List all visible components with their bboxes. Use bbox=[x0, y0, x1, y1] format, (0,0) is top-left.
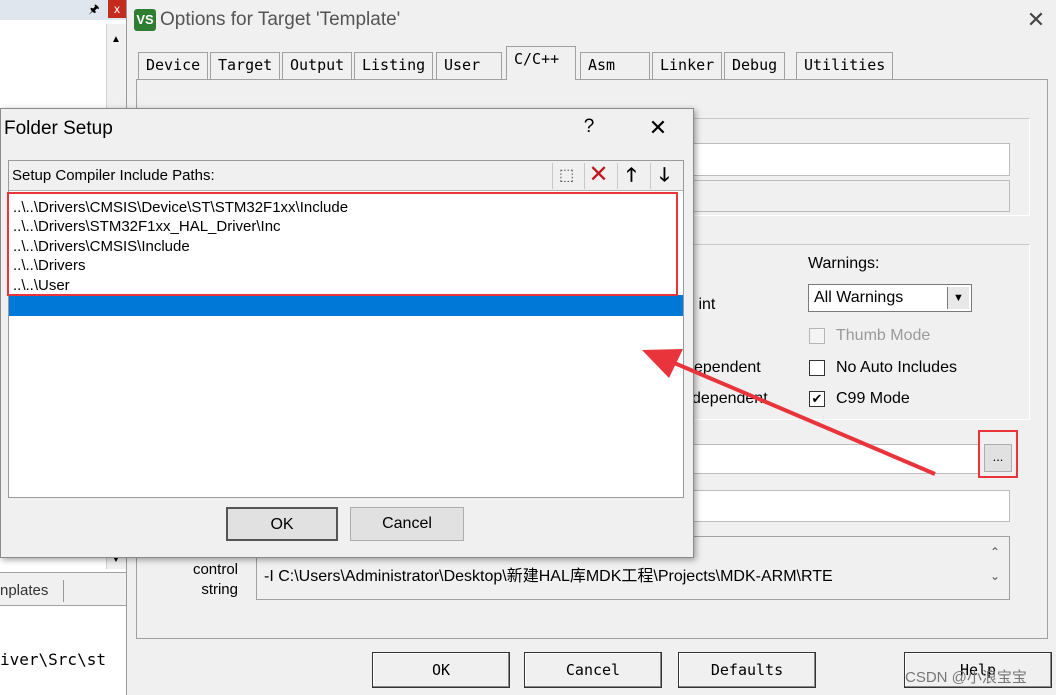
tab-linker[interactable]: Linker bbox=[652, 52, 723, 79]
ide-pane-close-icon[interactable]: x bbox=[108, 0, 126, 18]
folder-setup-close-icon[interactable]: ✕ bbox=[644, 114, 672, 142]
compiler-control-string-label: control string bbox=[180, 560, 238, 600]
control-string-line-2: -I C:\Users\Administrator\Desktop\新建HAL库… bbox=[264, 568, 833, 585]
folder-setup-title: Folder Setup bbox=[4, 118, 113, 139]
scroll-up-icon[interactable]: ▲ bbox=[106, 30, 126, 50]
include-paths-input[interactable] bbox=[680, 444, 980, 474]
selected-empty-list-item[interactable] bbox=[9, 295, 683, 316]
tab-utilities[interactable]: Utilities bbox=[796, 52, 894, 79]
move-down-icon[interactable]: 🡓 bbox=[650, 163, 678, 189]
read-write-pos-independent-partial: dependent bbox=[692, 390, 768, 407]
c99-mode-checkbox[interactable]: ✔ bbox=[809, 391, 825, 407]
folder-cancel-button[interactable]: Cancel bbox=[350, 507, 464, 541]
ide-build-output-path: iver\Src\st bbox=[0, 650, 106, 669]
warnings-label: Warnings: bbox=[808, 255, 880, 272]
defaults-button[interactable]: Defaults bbox=[678, 652, 816, 688]
paths-highlight-box bbox=[7, 192, 678, 296]
tab-output[interactable]: Output bbox=[282, 52, 353, 79]
scroll-up-icon[interactable]: ⌃ bbox=[984, 540, 1006, 564]
no-auto-includes-checkbox[interactable] bbox=[809, 360, 825, 376]
control-label-line1: control bbox=[192, 561, 238, 578]
include-paths-header-label: Setup Compiler Include Paths: bbox=[12, 167, 215, 184]
control-label-line2: string bbox=[201, 581, 238, 598]
tab-user[interactable]: User bbox=[436, 52, 502, 79]
tab-cpp[interactable]: C/C++ bbox=[506, 46, 576, 80]
tab-device[interactable]: Device bbox=[138, 52, 209, 79]
options-dialog-title: Options for Target 'Template' bbox=[160, 9, 401, 30]
chevron-down-icon[interactable]: ▼ bbox=[947, 287, 969, 309]
tab-listing[interactable]: Listing bbox=[354, 52, 434, 79]
watermark: CSDN @小浪宝宝 bbox=[905, 669, 1027, 686]
move-up-icon[interactable]: 🡑 bbox=[617, 163, 645, 189]
scroll-down-icon[interactable]: ⌄ bbox=[984, 564, 1006, 588]
control-string-scrollbar[interactable]: ⌃ ⌄ bbox=[984, 540, 1006, 598]
no-auto-includes-label: No Auto Includes bbox=[836, 359, 957, 376]
ide-tab-templates[interactable]: nplates bbox=[0, 580, 64, 602]
undefine-input[interactable] bbox=[680, 180, 1010, 212]
warnings-select-value: All Warnings bbox=[814, 289, 904, 306]
c99-mode-label: C99 Mode bbox=[836, 390, 910, 407]
keil-app-icon: VS bbox=[134, 9, 156, 31]
thumb-mode-checkbox[interactable] bbox=[809, 328, 825, 344]
tab-asm[interactable]: Asm bbox=[580, 52, 650, 79]
tab-target[interactable]: Target bbox=[210, 52, 281, 79]
folder-ok-button[interactable]: OK bbox=[226, 507, 338, 541]
pin-icon[interactable]: 🖈 bbox=[86, 1, 102, 17]
misc-controls-input[interactable] bbox=[680, 490, 1010, 522]
delete-icon[interactable]: ✕ bbox=[584, 163, 612, 189]
browse-highlight-box bbox=[978, 430, 1018, 478]
tab-debug[interactable]: Debug bbox=[724, 52, 786, 79]
read-only-pos-independent-partial: ependent bbox=[694, 359, 761, 376]
thumb-mode-label: Thumb Mode bbox=[836, 327, 931, 344]
cancel-button[interactable]: Cancel bbox=[524, 652, 662, 688]
help-icon[interactable]: ? bbox=[578, 116, 600, 140]
define-input[interactable] bbox=[680, 143, 1010, 176]
options-close-icon[interactable]: ✕ bbox=[1022, 6, 1050, 34]
new-folder-icon[interactable]: ⬚ bbox=[552, 163, 580, 189]
ok-button[interactable]: OK bbox=[372, 652, 510, 688]
